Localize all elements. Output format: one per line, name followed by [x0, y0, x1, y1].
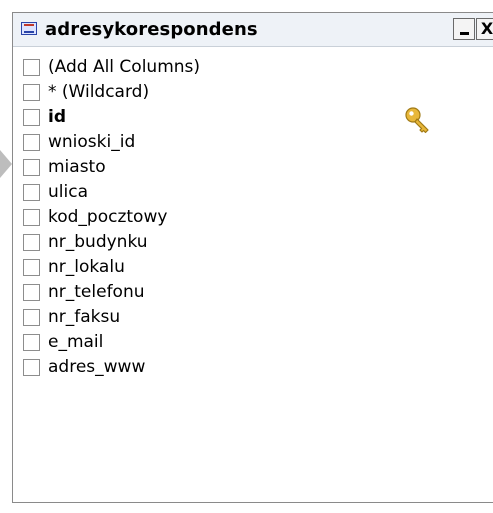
column-row[interactable]: ulica	[13, 180, 493, 205]
column-label: ulica	[48, 182, 88, 202]
column-list: (Add All Columns) * (Wildcard) id wnioski_i…	[13, 55, 493, 380]
column-row[interactable]: nr_faksu	[13, 305, 493, 330]
column-row[interactable]: nr_telefonu	[13, 280, 493, 305]
column-label: wnioski_id	[48, 132, 136, 152]
column-checkbox[interactable]	[23, 334, 40, 351]
minimize-button[interactable]	[453, 18, 475, 40]
column-label: nr_budynku	[48, 232, 148, 252]
column-checkbox[interactable]	[23, 309, 40, 326]
column-label: adres_www	[48, 357, 146, 377]
table-title: adresykorespondens	[45, 19, 258, 40]
column-label: miasto	[48, 157, 106, 177]
column-label: nr_lokalu	[48, 257, 125, 277]
table-icon	[21, 22, 37, 35]
column-label: e_mail	[48, 332, 104, 352]
column-checkbox[interactable]	[23, 109, 40, 126]
minimize-icon	[460, 32, 469, 35]
column-checkbox[interactable]	[23, 234, 40, 251]
column-checkbox[interactable]	[23, 259, 40, 276]
column-row[interactable]: (Add All Columns)	[13, 55, 493, 80]
table-window[interactable]: adresykorespondens X (Add All Columns) * …	[12, 12, 493, 503]
column-checkbox[interactable]	[23, 159, 40, 176]
column-checkbox[interactable]	[23, 134, 40, 151]
table-title-bar[interactable]: adresykorespondens X	[13, 13, 493, 47]
column-label: (Add All Columns)	[48, 57, 201, 77]
column-row[interactable]: * (Wildcard)	[13, 80, 493, 105]
column-label: id	[48, 107, 66, 127]
column-checkbox[interactable]	[23, 209, 40, 226]
column-checkbox[interactable]	[23, 59, 40, 76]
column-checkbox[interactable]	[23, 284, 40, 301]
column-label: * (Wildcard)	[48, 82, 150, 102]
column-label: nr_telefonu	[48, 282, 145, 302]
column-row[interactable]: nr_lokalu	[13, 255, 493, 280]
column-checkbox[interactable]	[23, 184, 40, 201]
relationship-connector-arrow	[0, 150, 12, 178]
column-row[interactable]: nr_budynku	[13, 230, 493, 255]
column-label: kod_pocztowy	[48, 207, 168, 227]
designer-canvas: adresykorespondens X (Add All Columns) * …	[0, 0, 493, 513]
column-row[interactable]: miasto	[13, 155, 493, 180]
column-checkbox[interactable]	[23, 84, 40, 101]
column-row[interactable]: adres_www	[13, 355, 493, 380]
column-row[interactable]: e_mail	[13, 330, 493, 355]
column-label: nr_faksu	[48, 307, 121, 327]
column-row[interactable]: id	[13, 105, 493, 134]
column-row[interactable]: kod_pocztowy	[13, 205, 493, 230]
column-checkbox[interactable]	[23, 359, 40, 376]
close-button[interactable]: X	[476, 18, 493, 40]
column-row[interactable]: wnioski_id	[13, 130, 493, 155]
